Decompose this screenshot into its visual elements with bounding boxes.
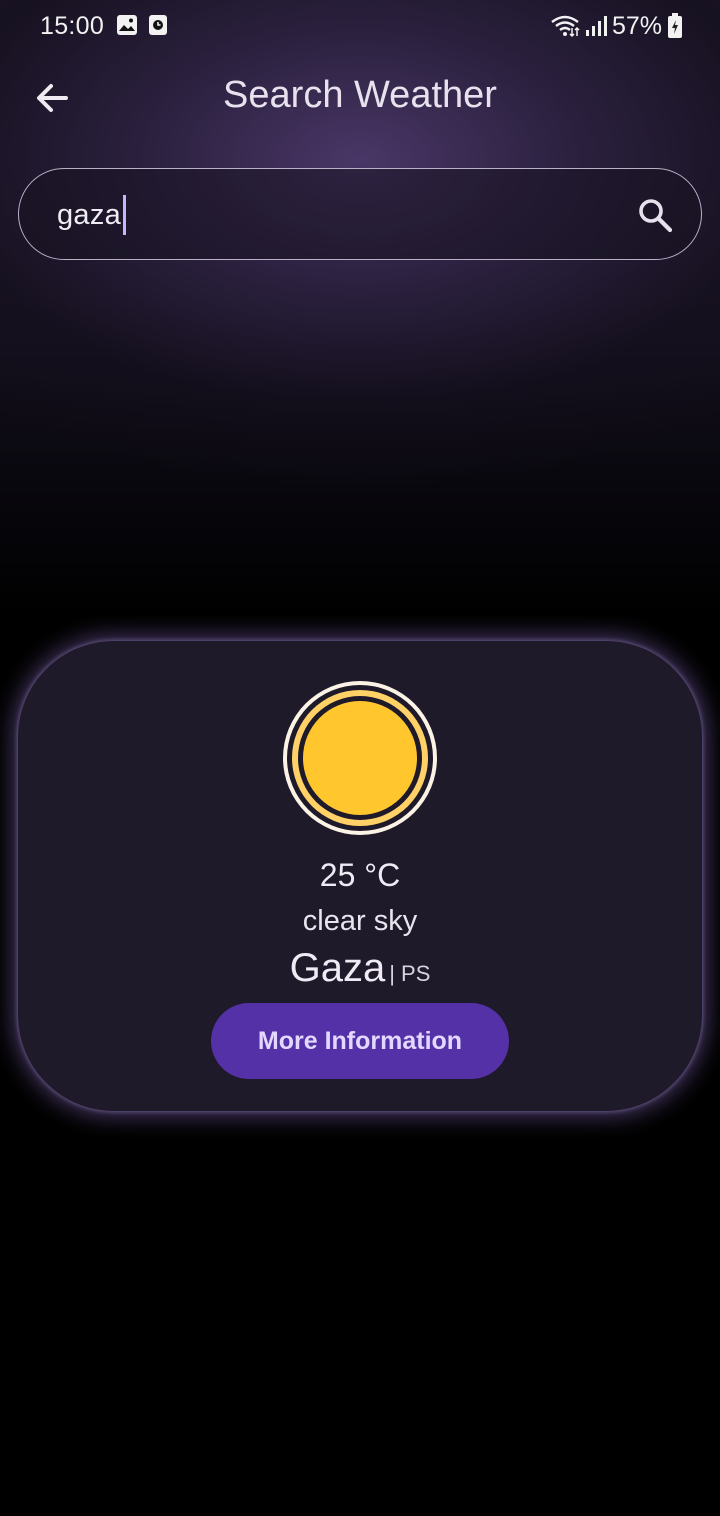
search-field[interactable]: gaza [18, 168, 702, 260]
wifi-icon [551, 15, 580, 38]
country-code: | PS [389, 961, 431, 986]
battery-charging-icon [668, 13, 682, 38]
alarm-app-icon [149, 15, 167, 35]
signal-icon [586, 16, 607, 36]
temperature-text: 25 °C [319, 857, 401, 893]
search-input-value: gaza [57, 198, 122, 231]
text-cursor [123, 195, 127, 235]
location-row: Gaza | PS [18, 946, 702, 991]
search-input[interactable]: gaza [57, 194, 127, 236]
weather-description: clear sky [302, 905, 418, 937]
search-icon[interactable] [635, 195, 675, 235]
screen: 15:00 57% Search Weather gaza 25 °C clea… [0, 0, 720, 1516]
weather-result-card: 25 °C clear sky Gaza | PS More Informatio… [18, 641, 702, 1111]
battery-percentage: 57% [611, 12, 662, 40]
more-information-button[interactable]: More Information [211, 1003, 509, 1079]
status-time: 15:00 [40, 12, 105, 40]
status-bar: 15:00 57% [0, 0, 720, 54]
gallery-icon [117, 15, 137, 35]
city-name: Gaza [289, 946, 386, 990]
app-bar: Search Weather [0, 60, 720, 136]
sun-icon [283, 681, 437, 835]
page-title: Search Weather [223, 74, 497, 116]
